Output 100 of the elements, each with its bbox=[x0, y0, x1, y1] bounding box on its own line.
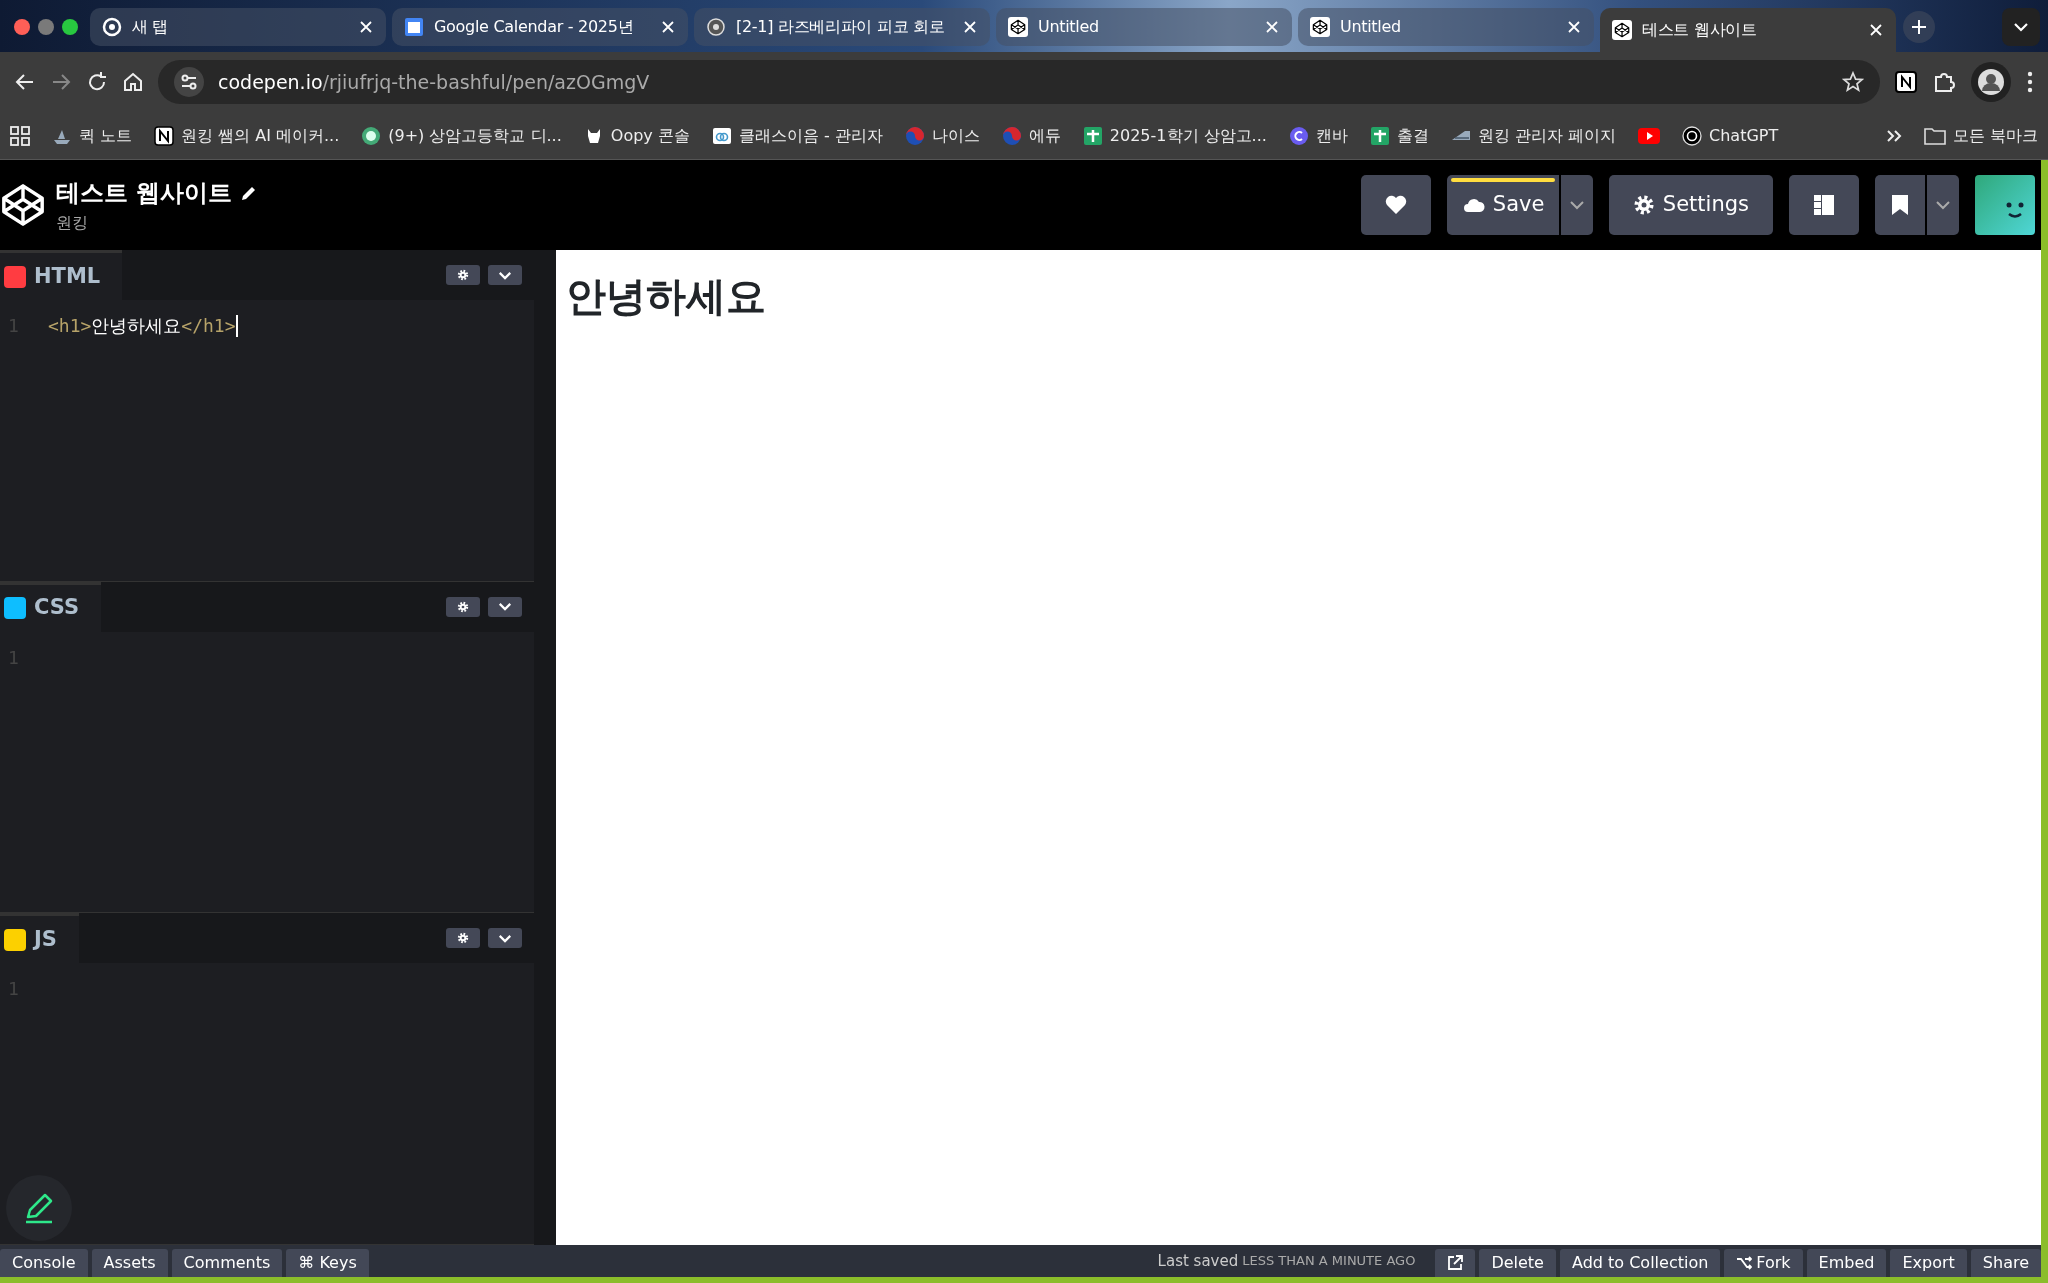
save-button[interactable]: Save bbox=[1446, 175, 1559, 235]
chevron-down-icon bbox=[498, 270, 512, 280]
code-line: <h1>안녕하세요</h1> bbox=[48, 314, 236, 338]
bookmark-link[interactable]: 원킹 쌤의 AI 메이커... bbox=[154, 123, 340, 148]
chevron-down-icon[interactable] bbox=[2002, 8, 2040, 46]
last-saved-time: LESS THAN A MINUTE AGO bbox=[1242, 1252, 1416, 1271]
browser-tab[interactable]: Google Calendar - 2025년 bbox=[392, 8, 688, 46]
preview-heading: 안녕하세요 bbox=[566, 272, 767, 320]
zoom-button[interactable] bbox=[62, 19, 78, 35]
folder-icon bbox=[1923, 126, 1946, 145]
bookmark-link[interactable]: (9+) 상암고등학교 디... bbox=[361, 123, 562, 148]
bookmark-link[interactable]: 퀵 노트 bbox=[52, 123, 133, 148]
notion-icon bbox=[154, 125, 175, 146]
profile-avatar-icon[interactable] bbox=[1970, 61, 2012, 103]
settings-icon bbox=[457, 600, 469, 613]
chevron-down-icon bbox=[1935, 200, 1951, 211]
open-external-button[interactable] bbox=[1435, 1249, 1476, 1277]
badge-icon bbox=[361, 125, 382, 146]
editor-tab[interactable]: JS bbox=[0, 913, 79, 964]
last-saved-label: Last saved bbox=[1157, 1250, 1239, 1272]
fork-icon bbox=[1736, 1256, 1753, 1270]
bookmark-button[interactable] bbox=[1875, 175, 1925, 235]
url-text: codepen.io/rjiufrjq-the-bashful/pen/azOGmgV bbox=[218, 69, 650, 95]
close-icon[interactable] bbox=[1868, 22, 1884, 38]
all-bookmarks-folder[interactable]: 모든 북마크 bbox=[1923, 123, 2038, 148]
bookmark-link[interactable]: 에듀 bbox=[1001, 123, 1061, 148]
footer-button[interactable]: Add to Collection bbox=[1559, 1249, 1721, 1277]
double-chevron-icon[interactable] bbox=[1885, 127, 1902, 144]
bookmark-link[interactable]: ChatGPT bbox=[1682, 123, 1779, 148]
sheet-icon bbox=[1082, 125, 1103, 146]
reload-icon[interactable] bbox=[86, 71, 108, 93]
close-icon[interactable] bbox=[1264, 19, 1280, 35]
bookmark-link[interactable]: 2025-1학기 상암고... bbox=[1082, 123, 1267, 148]
address-bar[interactable]: codepen.io/rjiufrjq-the-bashful/pen/azOGmgV bbox=[158, 60, 1880, 104]
footer-button[interactable]: Share bbox=[1970, 1249, 2041, 1277]
close-icon[interactable] bbox=[1566, 19, 1582, 35]
close-icon[interactable] bbox=[358, 19, 374, 35]
home-icon[interactable] bbox=[122, 71, 144, 93]
author-name[interactable]: 원킹 bbox=[56, 211, 259, 235]
bookmark-link[interactable]: 캔바 bbox=[1288, 123, 1348, 148]
fork-button[interactable]: Fork bbox=[1724, 1249, 1803, 1277]
close-window-button[interactable] bbox=[14, 19, 30, 35]
editor-collapse-button[interactable] bbox=[488, 928, 522, 949]
openai-icon bbox=[1682, 125, 1702, 146]
puzzle-icon[interactable] bbox=[1932, 70, 1956, 94]
minimize-button[interactable] bbox=[38, 19, 54, 35]
footer-tab[interactable]: ⌘ Keys bbox=[286, 1249, 369, 1277]
bookmark-link[interactable]: 나이스 bbox=[904, 123, 980, 148]
settings-button[interactable]: Settings bbox=[1608, 175, 1773, 235]
bookmark-link[interactable]: 클래스이음 - 관리자 bbox=[711, 123, 883, 148]
video-play-icon[interactable] bbox=[1638, 127, 1660, 144]
editor-settings-button[interactable] bbox=[446, 596, 480, 617]
browser-tab[interactable]: Untitled bbox=[996, 8, 1292, 46]
codepen-logo-icon[interactable] bbox=[0, 182, 46, 228]
browser-tab[interactable]: [2-1] 라즈베리파이 피코 회로 bbox=[694, 8, 990, 46]
sheet-icon bbox=[1369, 125, 1390, 146]
more-icon[interactable] bbox=[2026, 70, 2034, 94]
editor-settings-button[interactable] bbox=[446, 265, 480, 285]
editor-tab[interactable]: CSS bbox=[0, 581, 102, 632]
footer-tab[interactable]: Comments bbox=[171, 1249, 283, 1277]
taegeuk-icon bbox=[904, 125, 925, 146]
footer-button[interactable]: Embed bbox=[1806, 1249, 1887, 1277]
like-button[interactable] bbox=[1360, 175, 1431, 235]
editor-collapse-button[interactable] bbox=[488, 596, 522, 617]
bookmark-link[interactable]: 원킹 관리자 페이지 bbox=[1450, 123, 1616, 148]
layout-icon bbox=[1813, 194, 1835, 217]
calendar-icon bbox=[404, 17, 424, 37]
footer-tab[interactable]: Console bbox=[0, 1249, 88, 1277]
close-icon[interactable] bbox=[660, 19, 676, 35]
text-cursor bbox=[235, 314, 238, 337]
footer-button[interactable]: Export bbox=[1890, 1249, 1967, 1277]
pen-title[interactable]: 테스트 웹사이트 bbox=[56, 175, 233, 211]
settings-icon bbox=[1632, 194, 1655, 216]
bookmark-link[interactable]: 출결 bbox=[1369, 123, 1429, 148]
external-link-icon bbox=[1447, 1255, 1464, 1271]
apps-grid-icon[interactable] bbox=[10, 125, 30, 146]
plus-icon[interactable] bbox=[1902, 10, 1936, 44]
save-menu-button[interactable] bbox=[1560, 175, 1593, 235]
close-icon[interactable] bbox=[962, 19, 978, 35]
footer-tab[interactable]: Assets bbox=[91, 1249, 168, 1277]
editor-settings-button[interactable] bbox=[446, 928, 480, 949]
browser-tab[interactable]: 테스트 웹사이트 bbox=[1600, 8, 1896, 52]
editor-tab[interactable]: HTML bbox=[0, 250, 123, 300]
browser-tab[interactable]: 새 탭 bbox=[90, 8, 386, 46]
editor-collapse-button[interactable] bbox=[488, 265, 522, 285]
heart-icon bbox=[1384, 195, 1407, 216]
browser-tab[interactable]: Untitled bbox=[1298, 8, 1594, 46]
cube-icon bbox=[1008, 17, 1028, 37]
bookmark-link[interactable]: Oopy 콘솔 bbox=[583, 123, 690, 148]
bookmark-icon bbox=[1891, 194, 1909, 217]
taegeuk-icon bbox=[1001, 125, 1022, 146]
user-avatar-icon[interactable] bbox=[1975, 175, 2035, 235]
site-settings-icon bbox=[174, 67, 204, 97]
cube-icon bbox=[1310, 17, 1330, 37]
star-icon[interactable] bbox=[1842, 71, 1864, 93]
layout-button[interactable] bbox=[1789, 175, 1859, 235]
settings-icon bbox=[457, 932, 469, 945]
notion-icon[interactable] bbox=[1894, 70, 1918, 94]
footer-button[interactable]: Delete bbox=[1479, 1249, 1556, 1277]
cube-icon bbox=[1612, 20, 1632, 40]
